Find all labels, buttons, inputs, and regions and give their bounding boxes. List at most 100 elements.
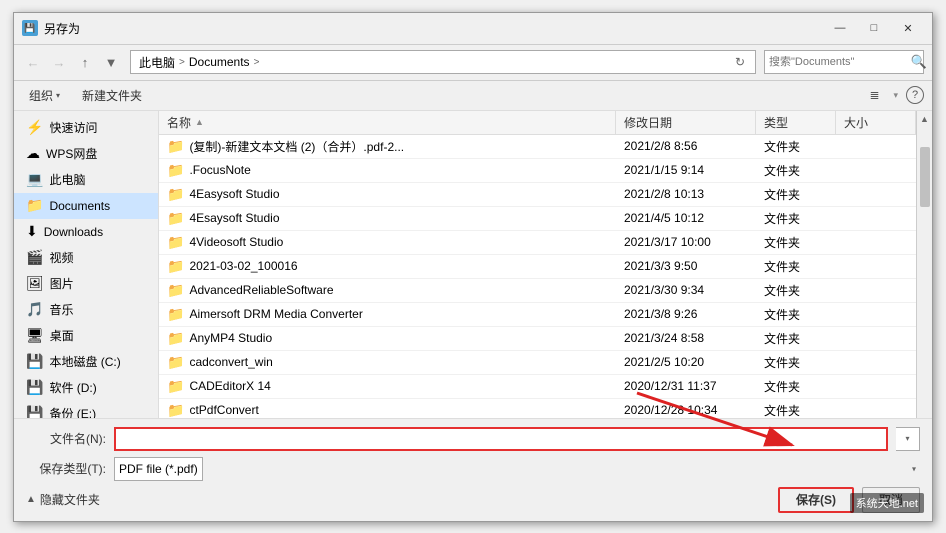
address-sep1: >	[179, 57, 185, 68]
folder-icon: 📁	[167, 258, 184, 275]
maximize-button[interactable]: □	[858, 18, 890, 38]
table-row[interactable]: 📁 cadconvert_win 2021/2/5 10:20 文件夹	[159, 351, 916, 375]
new-folder-button[interactable]: 新建文件夹	[75, 84, 149, 106]
col-header-size[interactable]: 大小	[836, 111, 916, 134]
close-button[interactable]: ✕	[892, 18, 924, 38]
table-row[interactable]: 📁 .FocusNote 2021/1/15 9:14 文件夹	[159, 159, 916, 183]
search-icon[interactable]: 🔍	[911, 54, 927, 70]
title-bar: 💾 另存为 — □ ✕	[14, 13, 932, 45]
folder-icon: 📁	[167, 186, 184, 203]
sidebar-item-local-c[interactable]: 💾 本地磁盘 (C:)	[14, 349, 158, 375]
address-path: 此电脑 > Documents >	[137, 54, 727, 71]
sidebar-item-software-d[interactable]: 💾 软件 (D:)	[14, 375, 158, 401]
sidebar-item-quick-access[interactable]: ⚡ 快速访问	[14, 115, 158, 141]
table-row[interactable]: 📁 AdvancedReliableSoftware 2021/3/30 9:3…	[159, 279, 916, 303]
sidebar-item-downloads[interactable]: ⬇ Downloads	[14, 219, 158, 245]
folder-icon: 📁	[167, 210, 184, 227]
videos-icon: 🎬	[26, 249, 43, 266]
wps-cloud-icon: ☁	[26, 145, 40, 162]
scrollbar[interactable]: ▲	[916, 111, 932, 418]
dialog-title: 另存为	[44, 20, 824, 37]
filename-label: 文件名(N):	[26, 430, 106, 447]
filename-row: 文件名(N): ▾	[26, 427, 920, 451]
dialog-icon: 💾	[22, 20, 38, 36]
save-button[interactable]: 保存(S)	[778, 487, 854, 513]
sidebar-item-pictures[interactable]: 🖼 图片	[14, 271, 158, 297]
sidebar-item-videos[interactable]: 🎬 视频	[14, 245, 158, 271]
window-controls: — □ ✕	[824, 18, 924, 38]
minimize-button[interactable]: —	[824, 18, 856, 38]
filetype-arrow: ▾	[912, 464, 916, 473]
quick-access-icon: ⚡	[26, 119, 43, 136]
music-icon: 🎵	[26, 301, 43, 318]
up-button[interactable]: ↑	[74, 51, 96, 73]
folder-icon: 📁	[167, 234, 184, 251]
table-row[interactable]: 📁 4Videosoft Studio 2021/3/17 10:00 文件夹	[159, 231, 916, 255]
address-documents[interactable]: Documents	[187, 55, 252, 69]
file-area: 名称 ▲ 修改日期 类型 大小 📁 (复制)-新建文本文档 (2)（合并）.pd…	[159, 111, 916, 418]
filetype-row: 保存类型(T): PDF file (*.pdf) ▾	[26, 457, 920, 481]
save-dialog: 💾 另存为 — □ ✕ ← → ↑ ▼ 此电脑 > Documents > ↻ …	[13, 12, 933, 522]
recent-button[interactable]: ▼	[100, 51, 122, 73]
folder-icon: 📁	[167, 402, 184, 418]
view-button[interactable]: ≣	[863, 84, 885, 106]
table-row[interactable]: 📁 4Esaysoft Studio 2021/4/5 10:12 文件夹	[159, 207, 916, 231]
filename-input[interactable]	[114, 427, 888, 451]
this-pc-icon: 💻	[26, 171, 43, 188]
col-header-date[interactable]: 修改日期	[616, 111, 756, 134]
col-header-type[interactable]: 类型	[756, 111, 836, 134]
forward-button[interactable]: →	[48, 51, 70, 73]
table-row[interactable]: 📁 ctPdfConvert 2020/12/28 10:34 文件夹	[159, 399, 916, 418]
bottom-section: 文件名(N): ▾ 保存类型(T): PDF file (*.pdf) ▾ ▲ …	[14, 418, 932, 521]
filename-dropdown[interactable]: ▾	[896, 427, 920, 451]
sidebar: ⚡ 快速访问 ☁ WPS网盘 💻 此电脑 📁 Documents ⬇ Downl…	[14, 111, 159, 418]
address-bar[interactable]: 此电脑 > Documents > ↻	[130, 50, 756, 74]
software-d-icon: 💾	[26, 379, 43, 396]
table-row[interactable]: 📁 (复制)-新建文本文档 (2)（合并）.pdf-2... 2021/2/8 …	[159, 135, 916, 159]
help-button[interactable]: ?	[906, 86, 924, 104]
view-dropdown-arrow: ▾	[893, 90, 898, 101]
file-list-header: 名称 ▲ 修改日期 类型 大小	[159, 111, 916, 135]
folder-icon: 📁	[167, 378, 184, 395]
sidebar-item-music[interactable]: 🎵 音乐	[14, 297, 158, 323]
filetype-select[interactable]: PDF file (*.pdf)	[114, 457, 203, 481]
refresh-button[interactable]: ↻	[731, 53, 749, 71]
search-input[interactable]	[769, 56, 911, 68]
folder-icon: 📁	[167, 330, 184, 347]
navigation-toolbar: ← → ↑ ▼ 此电脑 > Documents > ↻ 🔍	[14, 45, 932, 81]
content-area: ⚡ 快速访问 ☁ WPS网盘 💻 此电脑 📁 Documents ⬇ Downl…	[14, 111, 932, 418]
address-this-pc[interactable]: 此电脑	[137, 54, 177, 71]
watermark: 系统天地.net	[850, 493, 924, 513]
folder-icon: 📁	[167, 138, 184, 155]
col-header-name[interactable]: 名称 ▲	[159, 111, 616, 134]
sidebar-item-wps-cloud[interactable]: ☁ WPS网盘	[14, 141, 158, 167]
folder-icon: 📁	[167, 354, 184, 371]
sidebar-item-backup-e[interactable]: 💾 备份 (E:)	[14, 401, 158, 418]
filename-dropdown-arrow: ▾	[905, 434, 909, 443]
scroll-thumb[interactable]	[920, 147, 930, 207]
table-row[interactable]: 📁 4Easysoft Studio 2021/2/8 10:13 文件夹	[159, 183, 916, 207]
toggle-arrow-icon: ▲	[26, 494, 36, 505]
scroll-up-button[interactable]: ▲	[917, 111, 933, 127]
toolbar2: 组织 ▾ 新建文件夹 ≣ ▾ ?	[14, 81, 932, 111]
folder-icon: 📁	[167, 162, 184, 179]
back-button[interactable]: ←	[22, 51, 44, 73]
pictures-icon: 🖼	[26, 275, 44, 292]
folder-icon: 📁	[167, 306, 184, 323]
sidebar-item-documents[interactable]: 📁 Documents	[14, 193, 158, 219]
organize-button[interactable]: 组织 ▾	[22, 84, 67, 106]
documents-icon: 📁	[26, 197, 43, 214]
search-box: 🔍	[764, 50, 924, 74]
table-row[interactable]: 📁 Aimersoft DRM Media Converter 2021/3/8…	[159, 303, 916, 327]
table-row[interactable]: 📁 AnyMP4 Studio 2021/3/24 8:58 文件夹	[159, 327, 916, 351]
table-row[interactable]: 📁 2021-03-02_100016 2021/3/3 9:50 文件夹	[159, 255, 916, 279]
desktop-icon: 🖥	[26, 327, 44, 344]
folder-icon: 📁	[167, 282, 184, 299]
downloads-icon: ⬇	[26, 223, 38, 240]
hide-files-toggle[interactable]: ▲ 隐藏文件夹	[26, 491, 100, 508]
sidebar-item-desktop[interactable]: 🖥 桌面	[14, 323, 158, 349]
organize-arrow: ▾	[56, 91, 60, 100]
sidebar-item-this-pc[interactable]: 💻 此电脑	[14, 167, 158, 193]
table-row[interactable]: 📁 CADEditorX 14 2020/12/31 11:37 文件夹	[159, 375, 916, 399]
filetype-wrapper: PDF file (*.pdf) ▾	[114, 457, 920, 481]
